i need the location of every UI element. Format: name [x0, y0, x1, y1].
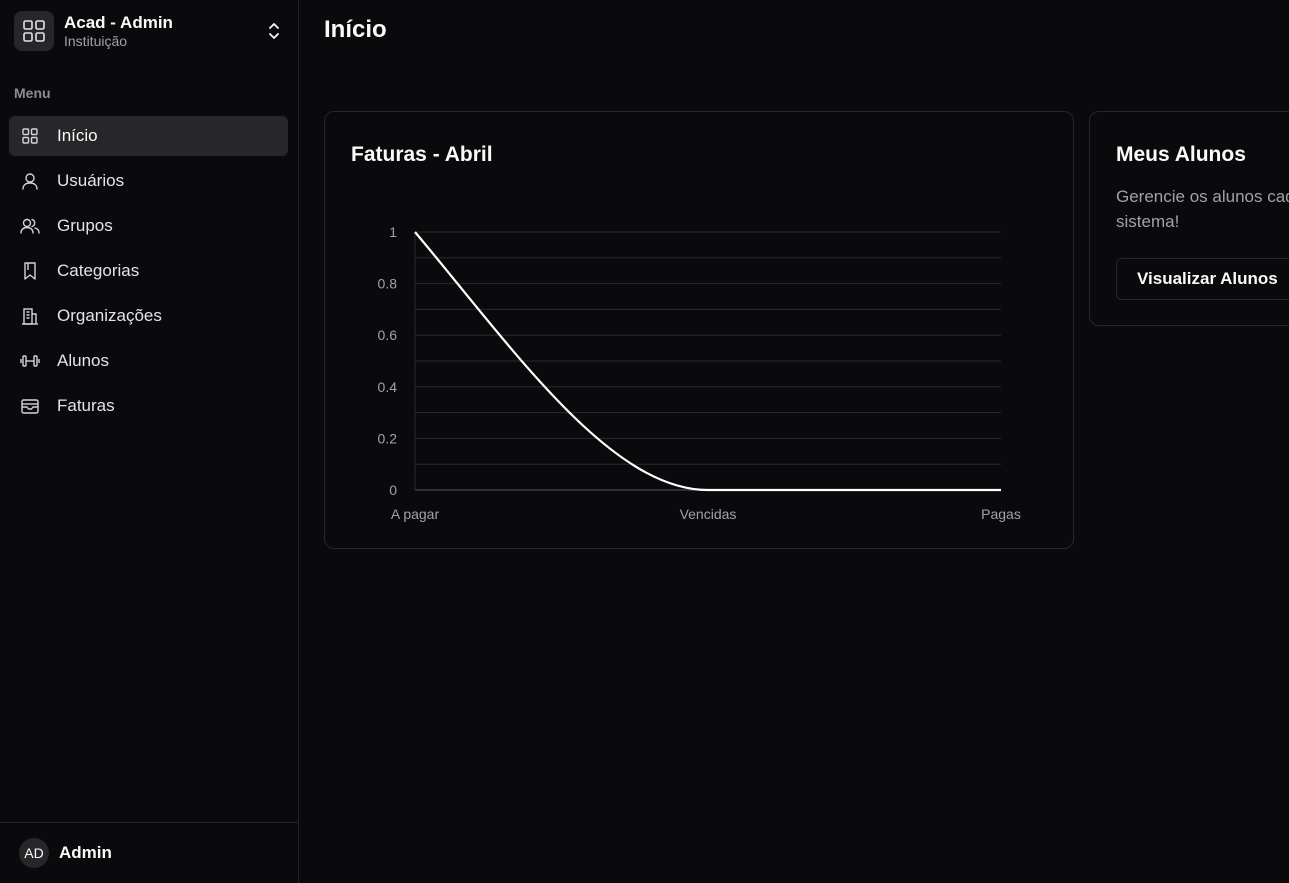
dumbbell-icon	[20, 351, 40, 371]
sidebar-item-label: Usuários	[57, 171, 125, 190]
sidebar-item-categorias[interactable]: Categorias	[9, 251, 288, 291]
team-text: Acad - Admin Instituição	[64, 13, 173, 49]
grid-icon	[20, 126, 40, 146]
x-tick-label: A pagar	[391, 506, 440, 522]
sidebar-nav: Início Usuários Grupos Categorias Organi…	[9, 116, 288, 431]
bookmark-icon	[20, 261, 40, 281]
sidebar-item-alunos[interactable]: Alunos	[9, 341, 288, 381]
team-switcher[interactable]: Acad - Admin Instituição	[9, 6, 289, 56]
visualizar-alunos-button[interactable]: Visualizar Alunos	[1116, 258, 1289, 300]
description-line: sistema!	[1116, 212, 1180, 231]
sidebar-item-label: Organizações	[57, 306, 162, 325]
page-title: Início	[324, 16, 387, 43]
card-description: Gerencie os alunos cad sistema!	[1116, 184, 1289, 234]
sidebar-item-usuarios[interactable]: Usuários	[9, 161, 288, 201]
avatar: AD	[19, 838, 49, 868]
x-tick-label: Pagas	[981, 506, 1021, 522]
y-tick-label: 0.4	[378, 379, 398, 395]
card-title: Meus Alunos	[1116, 143, 1246, 166]
users-icon	[20, 216, 40, 236]
app-root: Acad - Admin Instituição Menu Início Usu…	[0, 0, 1289, 883]
sidebar-item-inicio[interactable]: Início	[9, 116, 288, 156]
y-tick-label: 1	[389, 224, 397, 240]
user-icon	[20, 171, 40, 191]
sidebar-item-organizacoes[interactable]: Organizações	[9, 296, 288, 336]
y-tick-label: 0.6	[378, 327, 398, 343]
y-tick-label: 0.8	[378, 276, 398, 292]
sidebar-item-label: Grupos	[57, 216, 113, 235]
building-icon	[20, 306, 40, 326]
sidebar-item-label: Categorias	[57, 261, 140, 280]
description-line: Gerencie os alunos cad	[1116, 187, 1289, 206]
wallet-icon	[20, 396, 40, 416]
user-menu[interactable]: AD Admin	[0, 822, 299, 883]
sidebar: Acad - Admin Instituição Menu Início Usu…	[0, 0, 299, 883]
team-subtitle: Instituição	[64, 33, 128, 49]
chevrons-up-down-icon	[267, 21, 281, 46]
sidebar-item-label: Início	[57, 126, 98, 145]
sidebar-item-label: Faturas	[57, 396, 115, 415]
faturas-chart-card: Faturas - Abril 0 0.2 0.4 0.6 0.8 1 A pagar Ven…	[324, 111, 1074, 549]
sidebar-item-label: Alunos	[57, 351, 109, 370]
grid-icon	[14, 11, 54, 51]
meus-alunos-card: Meus Alunos Gerencie os alunos cad siste…	[1089, 111, 1289, 326]
sidebar-item-faturas[interactable]: Faturas	[9, 386, 288, 426]
y-tick-label: 0.2	[378, 430, 398, 446]
user-name: Admin	[59, 843, 112, 862]
y-tick-label: 0	[389, 482, 397, 498]
sidebar-item-grupos[interactable]: Grupos	[9, 206, 288, 246]
team-name: Acad - Admin	[64, 13, 173, 32]
faturas-chart: 0 0.2 0.4 0.6 0.8 1 A pagar Vencidas Pagas	[378, 224, 1021, 522]
menu-label: Menu	[14, 85, 51, 101]
x-tick-label: Vencidas	[680, 506, 737, 522]
